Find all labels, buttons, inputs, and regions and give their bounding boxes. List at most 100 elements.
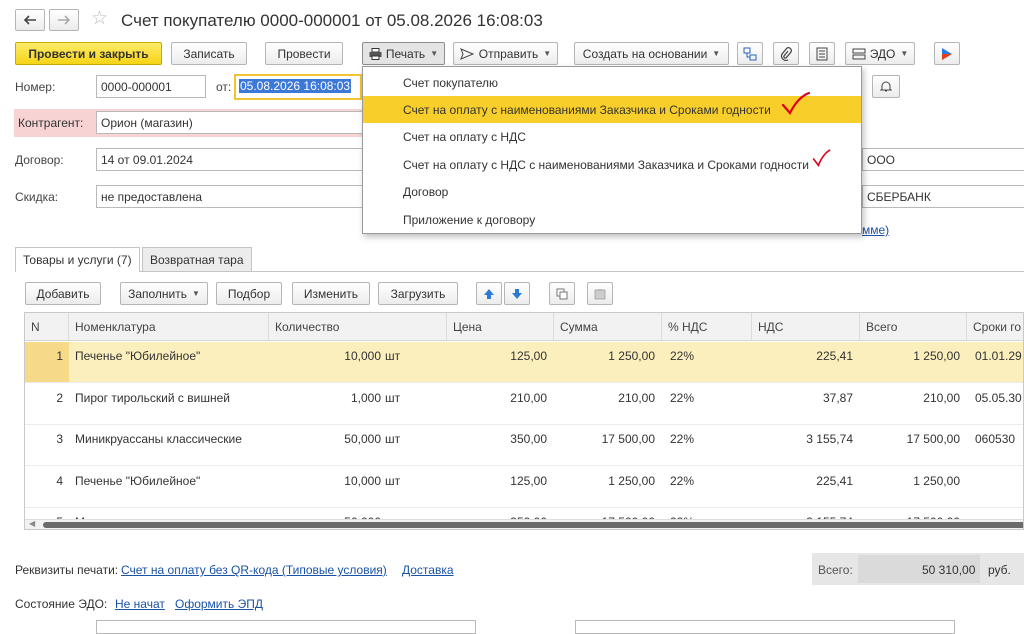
delivery-link[interactable]: Доставка — [402, 563, 454, 577]
attach-button[interactable] — [773, 42, 799, 65]
cell-expiry[interactable]: 05.05.30 — [975, 391, 1023, 405]
col-header-expiry[interactable]: Сроки го — [967, 313, 1023, 341]
cell-name[interactable]: Пирог тирольский с вишней — [75, 391, 265, 405]
edo-action-link[interactable]: Оформить ЭПД — [175, 597, 263, 611]
bell-icon — [880, 81, 892, 92]
cell-price[interactable]: 125,00 — [447, 474, 547, 488]
cell-qty[interactable]: 1,000 — [275, 391, 381, 405]
print-button[interactable]: Печать ▼ — [362, 42, 445, 65]
back-button[interactable] — [15, 9, 45, 31]
cell-vat-rate[interactable]: 22% — [670, 474, 730, 488]
run-button[interactable] — [934, 42, 960, 65]
cell-unit[interactable]: шт — [385, 474, 425, 488]
number-field[interactable]: 0000-000001 — [96, 75, 206, 98]
paste-row-button[interactable] — [587, 282, 613, 305]
tab-returnable-packaging[interactable]: Возвратная тара — [142, 247, 252, 271]
create-based-button[interactable]: Создать на основании ▼ — [574, 42, 729, 65]
scrollbar-thumb[interactable] — [43, 522, 1023, 528]
cell-total[interactable]: 17 500,00 — [860, 432, 960, 446]
report-button[interactable] — [809, 42, 835, 65]
structure-button[interactable] — [737, 42, 763, 65]
col-header-sum[interactable]: Сумма — [554, 313, 662, 341]
partial-link[interactable]: мме) — [862, 223, 889, 237]
cell-total[interactable]: 1 250,00 — [860, 474, 960, 488]
cell-unit[interactable]: шт — [385, 432, 425, 446]
horizontal-scrollbar[interactable]: ◀ — [25, 519, 1023, 529]
move-up-button[interactable] — [476, 282, 502, 305]
col-header-nomenclature[interactable]: Номенклатура — [69, 313, 269, 341]
notification-bell-button[interactable] — [872, 75, 900, 98]
date-field[interactable]: 05.08.2026 16:08:03 — [234, 74, 362, 100]
post-and-close-button[interactable]: Провести и закрыть — [15, 42, 162, 65]
table-row[interactable]: 2 Пирог тирольский с вишней 1,000 шт 210,00 2… — [25, 384, 1023, 425]
cell-sum[interactable]: 210,00 — [554, 391, 655, 405]
save-button[interactable]: Записать — [171, 42, 247, 65]
col-header-n[interactable]: N — [25, 313, 69, 341]
move-down-button[interactable] — [504, 282, 530, 305]
load-button[interactable]: Загрузить — [378, 282, 458, 305]
fill-button[interactable]: Заполнить ▼ — [120, 282, 208, 305]
cell-sum[interactable]: 17 500,00 — [554, 432, 655, 446]
cell-unit[interactable]: шт — [385, 391, 425, 405]
bottom-field-right[interactable] — [575, 620, 955, 634]
table-row[interactable]: 1 Печенье "Юбилейное" 10,000 шт 125,00 1 250,… — [25, 342, 1023, 383]
cell-n[interactable]: 2 — [25, 391, 63, 405]
cell-sum[interactable]: 1 250,00 — [554, 474, 655, 488]
cell-expiry[interactable]: 060530 — [975, 432, 1023, 446]
cell-price[interactable]: 125,00 — [447, 349, 547, 363]
tab-goods-services[interactable]: Товары и услуги (7) — [15, 247, 140, 272]
cell-price[interactable]: 210,00 — [447, 391, 547, 405]
cell-vat-rate[interactable]: 22% — [670, 432, 730, 446]
cell-expiry[interactable]: 01.01.29 — [975, 349, 1023, 363]
cell-qty[interactable]: 10,000 — [275, 474, 381, 488]
cell-vat[interactable]: 3 155,74 — [752, 432, 853, 446]
send-button[interactable]: Отправить ▼ — [453, 42, 558, 65]
cell-vat-rate[interactable]: 22% — [670, 391, 730, 405]
copy-row-button[interactable] — [549, 282, 575, 305]
col-header-total[interactable]: Всего — [860, 313, 967, 341]
edo-button[interactable]: ЭДО ▼ — [845, 42, 915, 65]
cell-vat-rate[interactable]: 22% — [670, 349, 730, 363]
scroll-left-icon[interactable]: ◀ — [29, 519, 35, 528]
cell-unit[interactable]: шт — [385, 349, 425, 363]
discount-field[interactable]: не предоставлена — [96, 185, 364, 208]
cell-price[interactable]: 350,00 — [447, 432, 547, 446]
menu-item-contract[interactable]: Договор — [363, 178, 861, 205]
cell-total[interactable]: 1 250,00 — [860, 349, 960, 363]
cell-vat[interactable]: 37,87 — [752, 391, 853, 405]
cell-n[interactable]: 4 — [25, 474, 63, 488]
cell-qty[interactable]: 50,000 — [275, 432, 381, 446]
favorite-star-icon[interactable]: ☆ — [91, 9, 108, 29]
cell-name[interactable]: Миникруассаны классические — [75, 432, 265, 446]
cell-name[interactable]: Печенье "Юбилейное" — [75, 349, 265, 363]
cell-qty[interactable]: 10,000 — [275, 349, 381, 363]
edo-state-link[interactable]: Не начат — [115, 597, 165, 611]
cell-sum[interactable]: 1 250,00 — [554, 349, 655, 363]
cell-vat[interactable]: 225,41 — [752, 349, 853, 363]
cell-n[interactable]: 1 — [25, 349, 63, 363]
cell-name[interactable]: Печенье "Юбилейное" — [75, 474, 265, 488]
menu-item-contract-appendix[interactable]: Приложение к договору — [363, 206, 861, 233]
table-row[interactable]: 4 Печенье "Юбилейное" 10,000 шт 125,00 1 250,… — [25, 467, 1023, 508]
col-header-price[interactable]: Цена — [447, 313, 554, 341]
add-row-button[interactable]: Добавить — [25, 282, 101, 305]
menu-item-invoice-vat-customer-expiry[interactable]: Счет на оплату с НДС с наименованиями За… — [363, 151, 861, 178]
change-button[interactable]: Изменить — [292, 282, 370, 305]
cell-vat[interactable]: 225,41 — [752, 474, 853, 488]
counterparty-field[interactable]: Орион (магазин) — [96, 111, 364, 134]
cell-n[interactable]: 3 — [25, 432, 63, 446]
col-header-quantity[interactable]: Количество — [269, 313, 447, 341]
table-row[interactable]: 3 Миникруассаны классические 50,000 шт 350,0… — [25, 425, 1023, 466]
cell-total[interactable]: 210,00 — [860, 391, 960, 405]
post-button[interactable]: Провести — [265, 42, 343, 65]
menu-item-invoice-vat[interactable]: Счет на оплату с НДС — [363, 123, 861, 150]
organization-field[interactable]: ООО — [862, 148, 1024, 171]
bank-account-field[interactable]: СБЕРБАНК — [862, 185, 1024, 208]
select-button[interactable]: Подбор — [216, 282, 282, 305]
contract-field[interactable]: 14 от 09.01.2024 — [96, 148, 364, 171]
forward-button[interactable] — [49, 9, 79, 31]
col-header-vat-rate[interactable]: % НДС — [662, 313, 752, 341]
bottom-field-left[interactable] — [96, 620, 476, 634]
col-header-vat[interactable]: НДС — [752, 313, 860, 341]
print-requisites-link[interactable]: Счет на оплату без QR-кода (Типовые усло… — [121, 563, 387, 577]
